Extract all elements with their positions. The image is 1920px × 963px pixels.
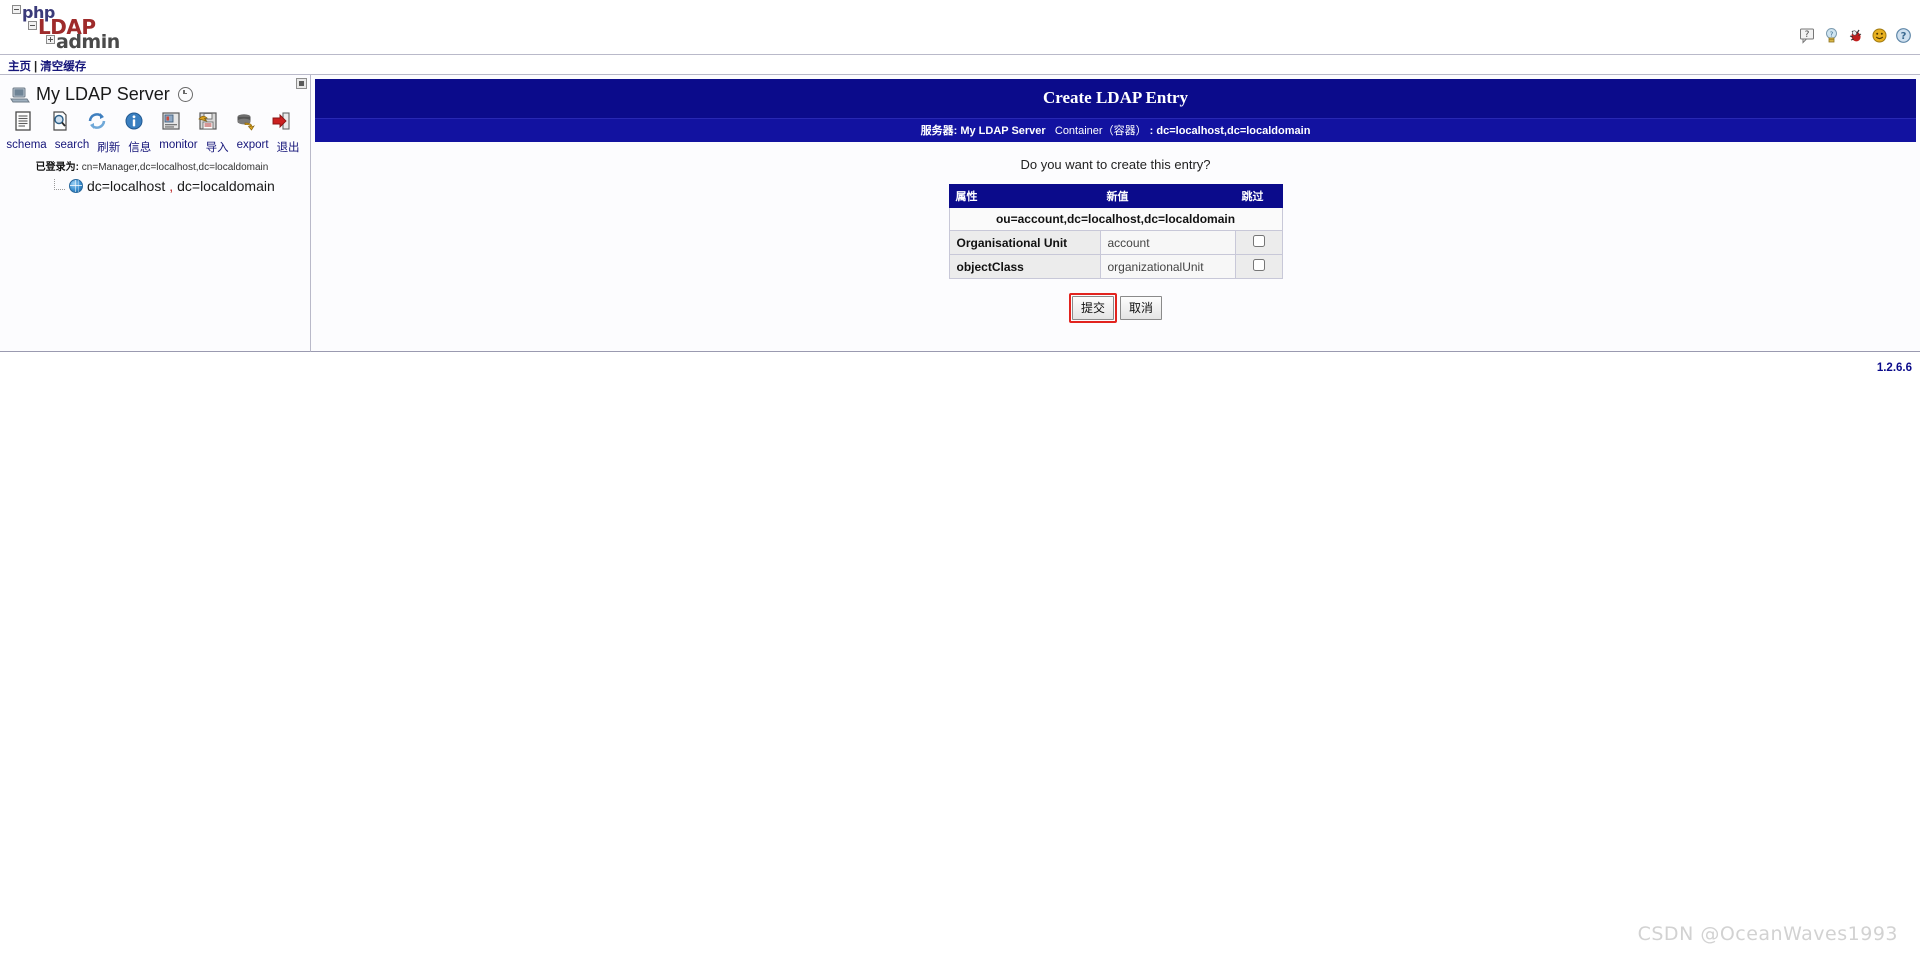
breadcrumb-server-name[interactable]: My LDAP Server xyxy=(960,125,1045,137)
tree-item-base-dn[interactable]: dc=localhost, dc=localdomain xyxy=(0,178,310,194)
skip-checkbox[interactable] xyxy=(1252,259,1265,271)
column-header-skip: 跳过 xyxy=(1234,184,1283,208)
breadcrumb-nav: 主页 | 清空缓存 xyxy=(0,55,1920,75)
sidebar-server-name: My LDAP Server xyxy=(36,84,170,104)
cancel-button[interactable]: 取消 xyxy=(1120,296,1163,320)
tool-link-logout[interactable]: 退出 xyxy=(277,139,300,155)
import-icon xyxy=(197,110,219,132)
sidebar-collapse-toggle[interactable] xyxy=(296,78,307,89)
attributes-table-wrapper: 属性 新值 跳过 ou=account,dc=localhost,dc=loca… xyxy=(315,184,1916,279)
phpldapadmin-logo: php LDAP admin xyxy=(10,5,140,53)
help-icon[interactable]: ? xyxy=(1895,27,1912,44)
page-title: Create LDAP Entry xyxy=(315,79,1916,118)
breadcrumb-container-dn: dc=localhost,dc=localdomain xyxy=(1156,125,1311,137)
tree-elbow-icon xyxy=(54,178,65,190)
tool-icon-cell[interactable] xyxy=(159,110,183,137)
monitor-icon xyxy=(160,110,182,132)
attribute-value: account xyxy=(1099,230,1236,255)
lightbulb-icon[interactable]: ? xyxy=(1823,27,1840,44)
attribute-name: objectClass xyxy=(948,254,1101,279)
tool-link-search[interactable]: search xyxy=(55,139,90,155)
tool-link-export[interactable]: export xyxy=(237,139,269,155)
tree-item-label-part2: dc=localdomain xyxy=(177,178,275,194)
logo-expand-icon xyxy=(46,35,55,44)
sidebar-tool-labels: schema search 刷新 信息 monitor 导入 export 退出 xyxy=(0,139,310,155)
tool-icon-cell[interactable] xyxy=(233,110,257,137)
table-header-row: 属性 新值 跳过 xyxy=(948,184,1283,208)
logo-node-icon xyxy=(12,5,21,14)
clock-icon xyxy=(177,87,193,102)
entry-breadcrumb: 服务器: My LDAP Server Container（容器） : dc=l… xyxy=(315,118,1916,142)
submit-button[interactable]: 提交 xyxy=(1071,296,1114,320)
logout-icon xyxy=(271,110,293,132)
attributes-table: 属性 新值 跳过 ou=account,dc=localhost,dc=loca… xyxy=(948,184,1283,279)
sidebar: My LDAP Server schema search 刷新 信息 monit… xyxy=(0,75,311,352)
attribute-name: Organisational Unit xyxy=(948,230,1101,255)
tool-icon-cell[interactable] xyxy=(270,110,294,137)
skip-cell xyxy=(1234,254,1283,279)
table-row-dn: ou=account,dc=localhost,dc=localdomain xyxy=(948,207,1283,231)
logged-in-status: 已登录为: cn=Manager,dc=localhost,dc=localdo… xyxy=(0,158,310,173)
export-icon xyxy=(234,110,256,132)
logged-in-label: 已登录为: xyxy=(35,162,80,173)
refresh-icon xyxy=(86,110,108,132)
schema-icon xyxy=(12,110,34,132)
skip-cell xyxy=(1234,230,1283,255)
page-root: php LDAP admin ? ? ? 主页 | 清空缓存 My LDAP S… xyxy=(0,0,1920,963)
main-split: My LDAP Server schema search 刷新 信息 monit… xyxy=(0,75,1920,374)
sidebar-tool-icons xyxy=(0,110,310,137)
tool-icon-cell[interactable] xyxy=(11,110,35,137)
version-label: 1.2.6.6 xyxy=(1876,362,1912,374)
tool-link-monitor[interactable]: monitor xyxy=(159,139,197,155)
smiley-icon[interactable] xyxy=(1871,27,1888,44)
svg-text:?: ? xyxy=(1805,30,1810,40)
table-row: objectClass organizationalUnit xyxy=(948,254,1283,279)
column-header-attribute: 属性 xyxy=(948,184,1101,208)
tool-icon-cell[interactable] xyxy=(122,110,146,137)
info-icon xyxy=(123,110,145,132)
confirm-question: Do you want to create this entry? xyxy=(1020,157,1211,172)
column-header-value: 新值 xyxy=(1099,184,1236,208)
tool-icon-cell[interactable] xyxy=(48,110,72,137)
table-row: Organisational Unit account xyxy=(948,230,1283,255)
tool-link-import[interactable]: 导入 xyxy=(206,139,229,155)
form-actions: 提交 取消 xyxy=(315,293,1916,323)
bug-icon[interactable] xyxy=(1847,27,1864,44)
sidebar-server-row[interactable]: My LDAP Server xyxy=(0,81,310,105)
globe-icon xyxy=(69,179,83,193)
breadcrumb-container-label: Container（容器） xyxy=(1054,125,1147,137)
nav-separator: | xyxy=(34,61,38,73)
attribute-value: organizationalUnit xyxy=(1099,254,1236,279)
nav-purge-cache-link[interactable]: 清空缓存 xyxy=(40,61,86,73)
tool-link-refresh[interactable]: 刷新 xyxy=(97,139,120,155)
search-icon xyxy=(49,110,71,132)
logo-text-admin: admin xyxy=(56,31,120,53)
server-computer-icon xyxy=(10,87,30,103)
top-bar: php LDAP admin ? ? ? xyxy=(0,0,1920,55)
svg-text:?: ? xyxy=(1830,31,1834,39)
skip-checkbox[interactable] xyxy=(1252,235,1265,247)
tool-icon-cell[interactable] xyxy=(85,110,109,137)
svg-text:?: ? xyxy=(1901,31,1907,42)
logo-node-icon xyxy=(28,21,37,30)
content-pane: Create LDAP Entry 服务器: My LDAP Server Co… xyxy=(311,75,1920,374)
breadcrumb-colon: : xyxy=(1149,125,1154,137)
tree-item-label-part1: dc=localhost xyxy=(87,178,166,194)
watermark: CSDN @OceanWaves1993 xyxy=(1637,923,1898,945)
submit-button-highlight: 提交 xyxy=(1068,293,1117,323)
tool-link-info[interactable]: 信息 xyxy=(128,139,151,155)
tree-item-comma: , xyxy=(169,178,174,194)
top-icon-group: ? ? ? xyxy=(1799,27,1912,44)
nav-home-link[interactable]: 主页 xyxy=(8,61,31,73)
tool-icon-cell[interactable] xyxy=(196,110,220,137)
entry-dn-value: ou=account,dc=localhost,dc=localdomain xyxy=(948,207,1283,231)
tool-link-schema[interactable]: schema xyxy=(6,139,46,155)
logged-in-dn: cn=Manager,dc=localhost,dc=localdomain xyxy=(81,162,269,173)
breadcrumb-server-label: 服务器: xyxy=(920,125,958,137)
question-bubble-icon[interactable]: ? xyxy=(1799,27,1816,44)
